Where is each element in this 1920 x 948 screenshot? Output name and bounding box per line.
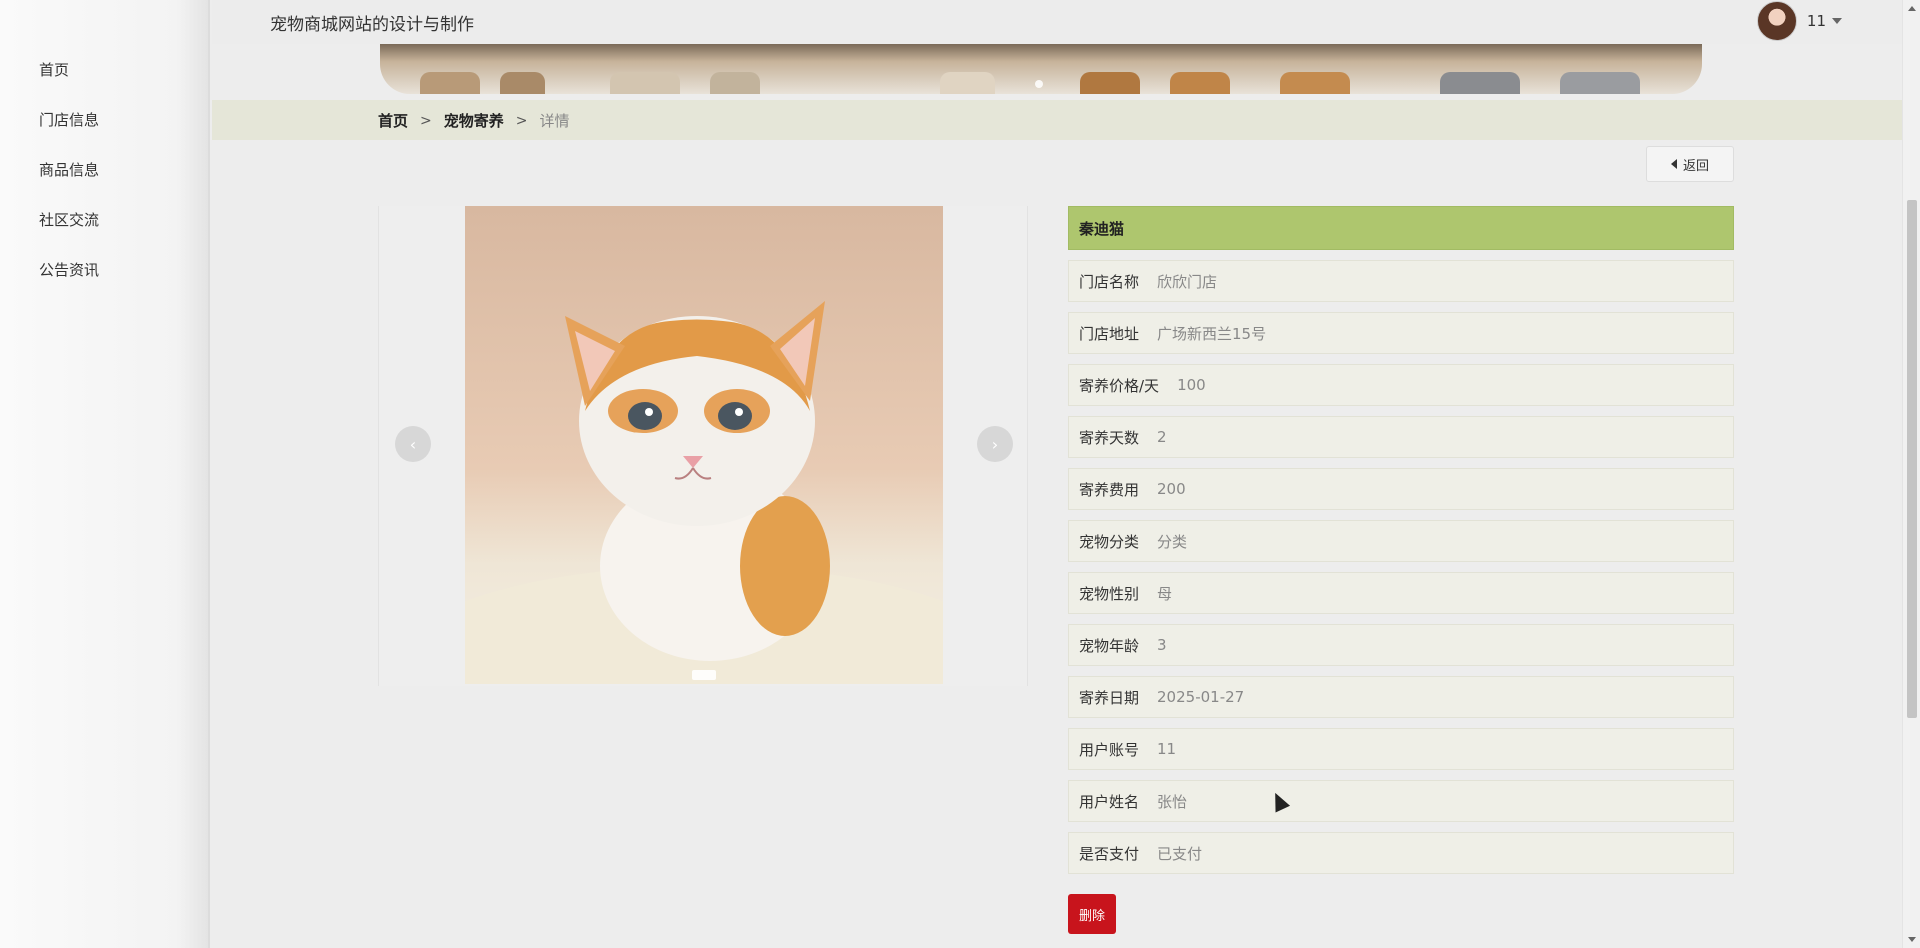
detail-label: 宠物年龄 <box>1079 636 1140 655</box>
detail-value: 3 <box>1157 636 1167 654</box>
sidebar-item-products[interactable]: 商品信息 <box>0 156 208 206</box>
sidebar-item-announcements[interactable]: 公告资讯 <box>0 256 208 306</box>
scroll-down-icon[interactable] <box>1908 937 1916 942</box>
detail-value: 100 <box>1177 376 1206 394</box>
page-scrollbar[interactable] <box>1902 0 1920 948</box>
chevron-right-icon[interactable]: › <box>977 426 1013 462</box>
detail-row-age: 宠物年龄 3 <box>1068 624 1734 666</box>
top-bar: 宠物商城网站的设计与制作 11 <box>212 0 1902 44</box>
detail-row-user-account: 用户账号 11 <box>1068 728 1734 770</box>
detail-value: 广场新西兰15号 <box>1157 324 1267 343</box>
breadcrumb-bar: 首页 > 宠物寄养 > 详情 <box>212 100 1902 140</box>
user-menu[interactable]: 11 <box>1756 0 1842 42</box>
detail-row-store-name: 门店名称 欣欣门店 <box>1068 260 1734 302</box>
avatar[interactable] <box>1756 1 1797 41</box>
sidebar-item-community[interactable]: 社区交流 <box>0 206 208 256</box>
detail-row-daily-price: 寄养价格/天 100 <box>1068 364 1734 406</box>
scroll-up-icon[interactable] <box>1908 6 1916 11</box>
sidebar-menu: 首页 门店信息 商品信息 社区交流 公告资讯 <box>0 0 208 306</box>
detail-panel: 秦迪猫 门店名称 欣欣门店 门店地址 广场新西兰15号 寄养价格/天 100 寄… <box>1068 206 1734 934</box>
caret-down-icon[interactable] <box>1832 18 1842 24</box>
kitten-illustration <box>465 301 943 684</box>
breadcrumb-current: 详情 <box>539 112 570 130</box>
sidebar-item-stores[interactable]: 门店信息 <box>0 106 208 156</box>
detail-row-store-address: 门店地址 广场新西兰15号 <box>1068 312 1734 354</box>
detail-row-date: 寄养日期 2025-01-27 <box>1068 676 1734 718</box>
image-carousel: ‹ › <box>378 206 1028 686</box>
delete-button[interactable]: 删除 <box>1068 894 1116 934</box>
detail-label: 门店地址 <box>1079 324 1140 343</box>
breadcrumb: 首页 > 宠物寄养 > 详情 <box>378 110 570 131</box>
detail-row-gender: 宠物性别 母 <box>1068 572 1734 614</box>
slide-indicator[interactable] <box>692 670 716 680</box>
detail-value: 2025-01-27 <box>1157 688 1245 706</box>
user-name[interactable]: 11 <box>1807 12 1826 30</box>
breadcrumb-home[interactable]: 首页 <box>378 110 408 131</box>
pet-photo <box>465 206 943 684</box>
detail-value: 2 <box>1157 428 1167 446</box>
detail-value: 分类 <box>1157 532 1188 551</box>
detail-label: 宠物性别 <box>1079 584 1140 603</box>
scroll-thumb[interactable] <box>1907 200 1917 718</box>
breadcrumb-section[interactable]: 宠物寄养 <box>444 110 504 131</box>
banner-image <box>380 44 1702 94</box>
sidebar-item-home[interactable]: 首页 <box>0 56 208 106</box>
detail-row-paid: 是否支付 已支付 <box>1068 832 1734 874</box>
detail-row-days: 寄养天数 2 <box>1068 416 1734 458</box>
detail-value: 母 <box>1157 584 1173 603</box>
pet-name-title: 秦迪猫 <box>1068 206 1734 250</box>
detail-label: 寄养日期 <box>1079 688 1140 707</box>
breadcrumb-separator: > <box>515 112 528 129</box>
detail-value: 11 <box>1157 740 1177 758</box>
detail-value: 张怡 <box>1157 792 1188 811</box>
site-title: 宠物商城网站的设计与制作 <box>270 15 474 35</box>
detail-value: 已支付 <box>1157 844 1203 863</box>
banner-indicator[interactable] <box>1035 80 1043 88</box>
caret-left-icon <box>1670 159 1677 169</box>
detail-label: 是否支付 <box>1079 844 1140 863</box>
back-button-label: 返回 <box>1682 158 1709 174</box>
breadcrumb-separator: > <box>420 112 432 129</box>
detail-label: 寄养天数 <box>1079 428 1140 447</box>
detail-label: 用户姓名 <box>1079 792 1140 811</box>
back-button[interactable]: 返回 <box>1646 146 1734 182</box>
detail-value: 200 <box>1157 480 1186 498</box>
detail-label: 宠物分类 <box>1079 532 1140 551</box>
sidebar: 首页 门店信息 商品信息 社区交流 公告资讯 <box>0 0 210 948</box>
detail-row-user-name: 用户姓名 张怡 <box>1068 780 1734 822</box>
detail-label: 门店名称 <box>1079 272 1140 291</box>
detail-row-category: 宠物分类 分类 <box>1068 520 1734 562</box>
detail-value: 欣欣门店 <box>1157 272 1218 291</box>
detail-row-fee: 寄养费用 200 <box>1068 468 1734 510</box>
chevron-left-icon[interactable]: ‹ <box>395 426 431 462</box>
detail-label: 寄养价格/天 <box>1079 376 1160 395</box>
detail-label: 寄养费用 <box>1079 480 1140 499</box>
detail-label: 用户账号 <box>1079 740 1140 759</box>
